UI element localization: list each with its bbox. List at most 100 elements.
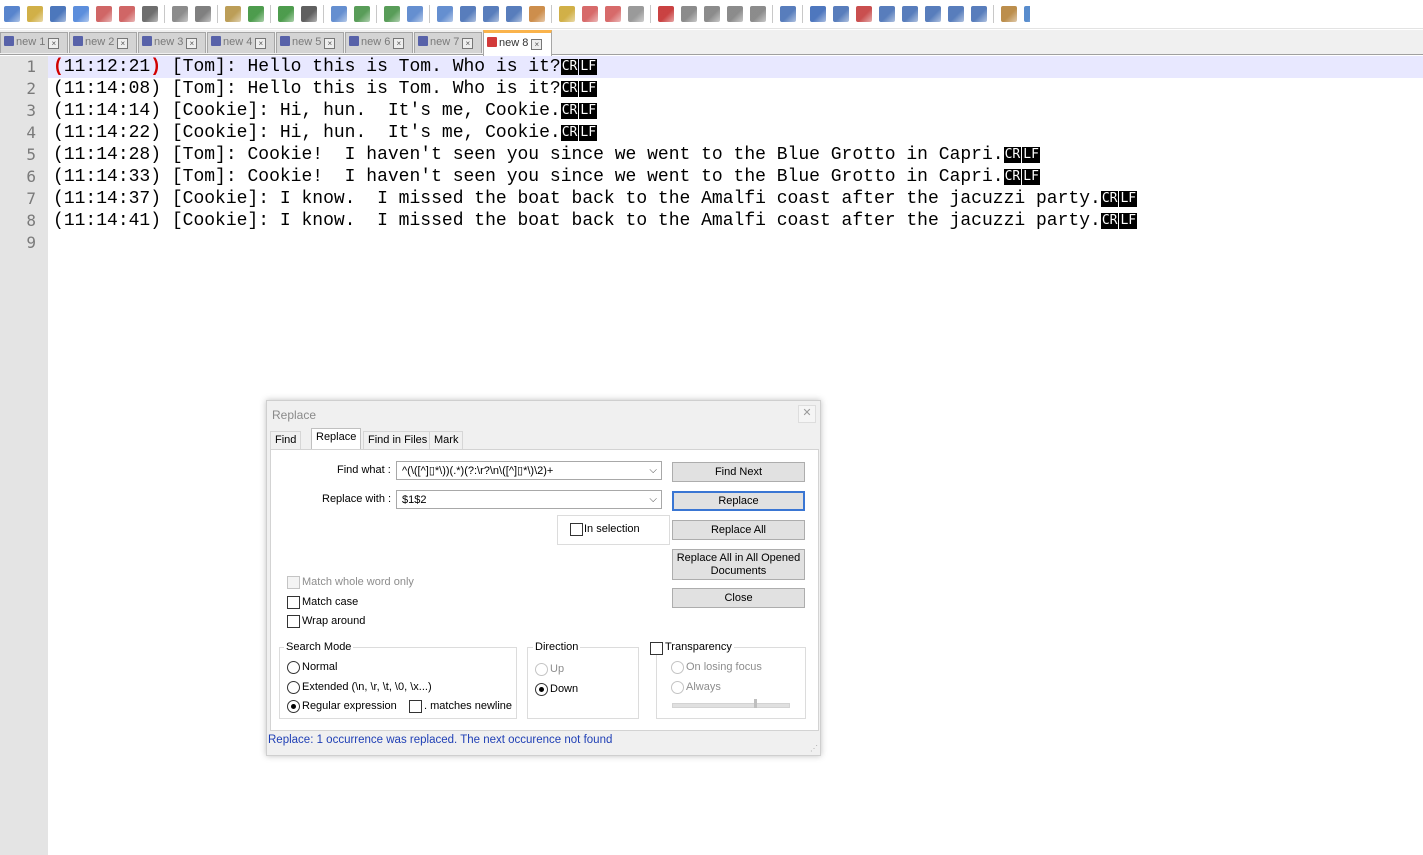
zoom-out-icon[interactable]	[384, 6, 400, 22]
redo-icon[interactable]	[278, 6, 294, 22]
message-text: [Cookie]: I know. I missed the boat back…	[161, 211, 1101, 231]
playback-macro-icon[interactable]	[704, 6, 720, 22]
close-tab-icon[interactable]: ×	[117, 38, 129, 49]
replace-button[interactable]: Replace	[672, 491, 805, 511]
file-browser-icon[interactable]	[1001, 6, 1017, 22]
stop-recording-icon[interactable]	[681, 6, 697, 22]
tab-find-in-files[interactable]: Find in Files	[363, 431, 433, 450]
matches-newline-checkbox[interactable]	[409, 700, 422, 713]
tab-find[interactable]: Find	[270, 431, 302, 450]
open-paren: (	[53, 189, 64, 209]
resize-grip-icon[interactable]: ⋰	[810, 745, 818, 753]
spell-next-icon[interactable]	[810, 6, 826, 22]
chevron-down-icon[interactable]: ⌵	[649, 491, 657, 508]
folder-as-workspace-icon[interactable]	[605, 6, 621, 22]
close-tab-icon[interactable]: ×	[462, 38, 474, 49]
editor-line[interactable]: 9	[26, 232, 1423, 254]
replace-icon[interactable]	[331, 6, 347, 22]
search-mode-regex-radio[interactable]	[287, 700, 300, 713]
editor-line[interactable]: 7 (11:14:37) [Cookie]: I know. I missed t…	[26, 188, 1423, 210]
close-tab-icon[interactable]: ×	[324, 38, 336, 49]
find-what-input[interactable]: ^(\([^]▯*\))(.*)(?:\r?\n\([^]▯*\)\2)+ ⌵	[396, 461, 662, 480]
python-script-icon[interactable]	[1024, 6, 1030, 22]
tab-new-7[interactable]: new 7 ×	[414, 32, 482, 53]
editor-line[interactable]: 8 (11:14:41) [Cookie]: I know. I missed t…	[26, 210, 1423, 232]
chevron-down-icon[interactable]: ⌵	[649, 462, 657, 479]
editor-line[interactable]: 4 (11:14:22) [Cookie]: Hi, hun. It's me, …	[26, 122, 1423, 144]
save-all-icon[interactable]	[73, 6, 89, 22]
match-whole-word-checkbox[interactable]	[287, 576, 300, 589]
editor-line[interactable]: 2 (11:14:08) [Tom]: Hello this is Tom. Wh…	[26, 78, 1423, 100]
search-mode-extended-radio[interactable]	[287, 681, 300, 694]
first-diff-icon[interactable]	[948, 6, 964, 22]
next-diff-icon[interactable]	[925, 6, 941, 22]
editor-line[interactable]: 1 (11:12:21) [Tom]: Hello this is Tom. Wh…	[26, 56, 1423, 78]
cut-icon[interactable]	[172, 6, 188, 22]
save-icon[interactable]	[50, 6, 66, 22]
close-tab-icon[interactable]: ×	[531, 39, 543, 50]
direction-down-radio[interactable]	[535, 683, 548, 696]
last-diff-icon[interactable]	[971, 6, 987, 22]
tab-new-1[interactable]: new 1 ×	[0, 32, 68, 53]
tab-new-8[interactable]: new 8 ×	[483, 30, 552, 56]
copy-icon[interactable]	[195, 6, 211, 22]
close-tab-icon[interactable]: ×	[393, 38, 405, 49]
find-icon[interactable]	[301, 6, 317, 22]
print-icon[interactable]	[142, 6, 158, 22]
transparency-slider-thumb[interactable]	[754, 699, 757, 708]
function-list-icon[interactable]	[582, 6, 598, 22]
run-macro-multiple-icon[interactable]	[727, 6, 743, 22]
tab-mark[interactable]: Mark	[429, 431, 464, 450]
indent-guide-icon[interactable]	[506, 6, 522, 22]
transparency-checkbox[interactable]	[650, 642, 663, 655]
close-all-icon[interactable]	[119, 6, 135, 22]
in-selection-checkbox[interactable]	[570, 523, 583, 536]
user-defined-language-icon[interactable]	[529, 6, 545, 22]
wrap-around-checkbox[interactable]	[287, 615, 300, 628]
search-mode-normal-radio[interactable]	[287, 661, 300, 674]
editor-line[interactable]: 6 (11:14:33) [Tom]: Cookie! I haven't see…	[26, 166, 1423, 188]
close-icon[interactable]	[96, 6, 112, 22]
word-wrap-icon[interactable]	[460, 6, 476, 22]
on-losing-focus-radio[interactable]	[671, 661, 684, 674]
replace-with-input[interactable]: $1$2 ⌵	[396, 490, 662, 509]
replace-all-button[interactable]: Replace All	[672, 520, 805, 540]
close-button[interactable]: Close	[672, 588, 805, 608]
find-next-button[interactable]: Find Next	[672, 462, 805, 482]
close-tab-icon[interactable]: ×	[255, 38, 267, 49]
tab-new-2[interactable]: new 2 ×	[69, 32, 137, 53]
save-macro-icon[interactable]	[750, 6, 766, 22]
undo-icon[interactable]	[248, 6, 264, 22]
editor-line[interactable]: 3 (11:14:14) [Cookie]: Hi, hun. It's me, …	[26, 100, 1423, 122]
zoom-in-icon[interactable]	[354, 6, 370, 22]
open-file-icon[interactable]	[27, 6, 43, 22]
match-case-checkbox[interactable]	[287, 596, 300, 609]
column-view-icon[interactable]	[833, 6, 849, 22]
monitoring-icon[interactable]	[628, 6, 644, 22]
always-radio[interactable]	[671, 681, 684, 694]
paste-icon[interactable]	[225, 6, 241, 22]
tab-new-4[interactable]: new 4 ×	[207, 32, 275, 53]
close-tab-icon[interactable]: ×	[48, 38, 60, 49]
dialog-close-icon[interactable]: ✕	[798, 405, 816, 423]
replace-all-in-opened-documents-button[interactable]: Replace All in All Opened Documents	[672, 549, 805, 580]
direction-up-radio[interactable]	[535, 663, 548, 676]
tab-new-5[interactable]: new 5 ×	[276, 32, 344, 53]
previous-diff-icon[interactable]	[902, 6, 918, 22]
tab-new-3[interactable]: new 3 ×	[138, 32, 206, 53]
tab-replace[interactable]: Replace	[311, 428, 362, 451]
record-macro-icon[interactable]	[658, 6, 674, 22]
transparency-title: Transparency	[663, 641, 734, 653]
sync-horizontal-icon[interactable]	[437, 6, 453, 22]
close-tab-icon[interactable]: ×	[186, 38, 198, 49]
clear-compare-icon[interactable]	[879, 6, 895, 22]
compare-icon[interactable]	[856, 6, 872, 22]
editor-line[interactable]: 5 (11:14:28) [Tom]: Cookie! I haven't see…	[26, 144, 1423, 166]
show-all-characters-icon[interactable]	[483, 6, 499, 22]
new-file-icon[interactable]	[4, 6, 20, 22]
transparency-slider[interactable]	[672, 703, 790, 708]
tab-new-6[interactable]: new 6 ×	[345, 32, 413, 53]
sync-vertical-icon[interactable]	[407, 6, 423, 22]
document-map-icon[interactable]	[559, 6, 575, 22]
spell-check-icon[interactable]	[780, 6, 796, 22]
